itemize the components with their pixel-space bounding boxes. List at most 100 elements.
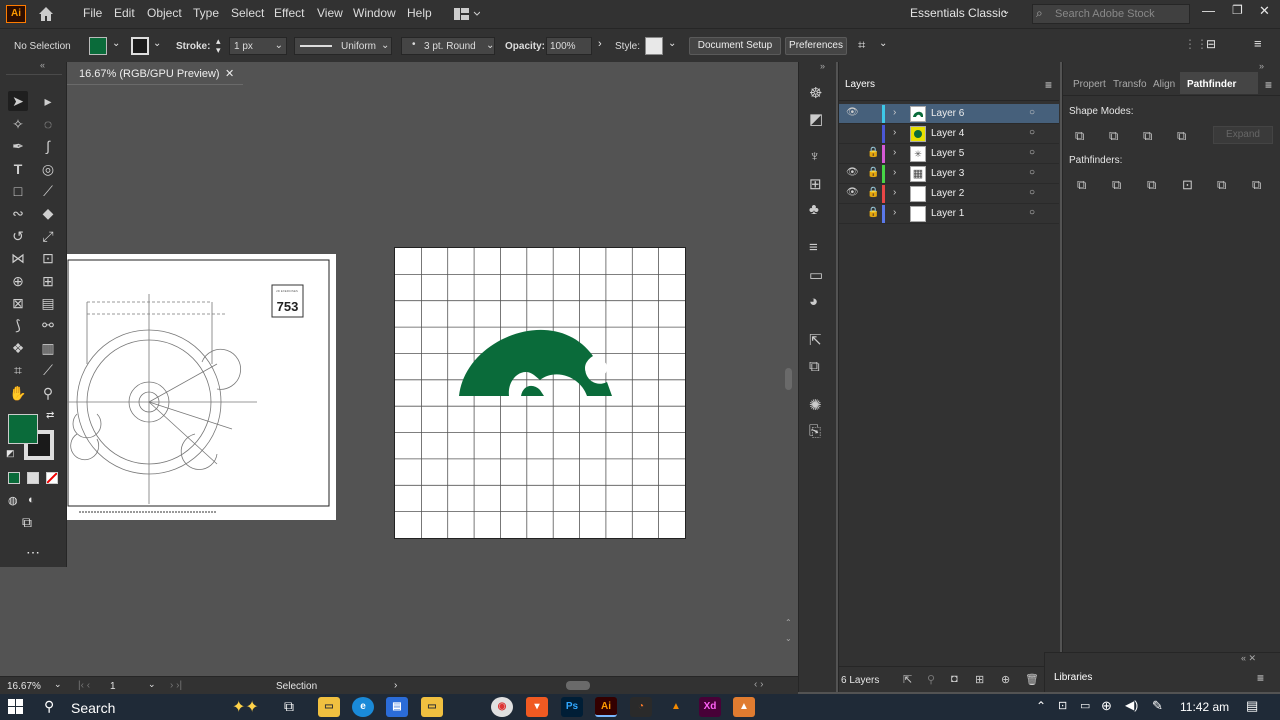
photos-icon[interactable]: ▲ [733,697,755,717]
lock-icon[interactable]: 🔒 [867,167,879,178]
blender-icon[interactable]: ◔ [630,697,652,717]
illustrator-taskbar-icon[interactable]: Ai [595,697,617,717]
color-guide-icon[interactable]: ◩ [809,110,823,128]
usb-icon[interactable]: ⊡ [1058,699,1067,712]
collapse-icon[interactable]: « ✕ [1241,653,1256,664]
zoom-level[interactable]: 16.67% [7,681,41,692]
photoshop-icon[interactable]: Ps [561,697,583,717]
layer-row-1[interactable]: 🔒 › Layer 1 ○ [839,204,1059,224]
slice-tool-icon[interactable]: ⟋ [38,360,58,380]
layer-row-3[interactable]: 👁 🔒 › ▦ Layer 3 ○ [839,164,1059,184]
layer-row-2[interactable]: 👁 🔒 › Layer 2 ○ [839,184,1059,204]
next-artboard-icon[interactable]: › ›| [170,680,182,691]
type-tool-icon[interactable]: T [8,159,28,179]
target-circle-icon[interactable]: ○ [1029,147,1035,158]
eyedropper-tool-icon[interactable]: ⟆ [8,315,28,335]
minus-back-icon[interactable]: ⧉ [1252,177,1261,193]
perspective-grid-tool-icon[interactable]: ⊞ [38,271,58,291]
clipping-mask-icon[interactable]: ◘ [951,673,958,685]
crop-icon[interactable]: ⊡ [1182,177,1193,193]
stroke-label[interactable]: Stroke: [176,41,210,52]
expand-button[interactable]: Expand [1213,126,1273,144]
target-circle-icon[interactable]: ○ [1029,167,1035,178]
outline-icon[interactable]: ⧉ [1217,177,1226,193]
unite-icon[interactable]: ⧉ [1075,128,1084,144]
rectangle-tool-icon[interactable]: □ [8,181,28,201]
change-screen-mode-icon[interactable]: ⧉ [22,514,32,531]
libraries-tab[interactable]: Libraries [1054,672,1092,683]
gradient-mode-icon[interactable] [27,472,39,484]
first-artboard-icon[interactable]: |‹ ‹ [78,680,90,691]
menu-help[interactable]: Help [407,6,432,20]
pen-icon[interactable]: ✎ [1152,698,1163,714]
layer-row-6[interactable]: 👁 › Layer 6 ○ [839,104,1059,124]
default-colors-icon[interactable]: ◩ [6,448,15,459]
color-panel-icon[interactable]: ☸ [809,84,822,102]
chevron-down-icon[interactable]: ⌄ [148,679,156,690]
target-circle-icon[interactable]: ○ [1029,187,1035,198]
lock-icon[interactable]: 🔒 [867,187,879,198]
intersect-icon[interactable]: ⧉ [1143,128,1152,144]
artboard-number[interactable]: 1 [110,681,116,692]
collect-export-icon[interactable]: ⇱ [903,673,912,686]
home-icon[interactable] [36,4,56,24]
menu-edit[interactable]: Edit [114,6,135,20]
menu-effect[interactable]: Effect [274,6,304,20]
transform-options-icon[interactable]: ⌗ [858,37,865,53]
clock[interactable]: 11:42 am [1180,700,1229,714]
chevron-up-icon[interactable]: ⌃ [1036,699,1046,713]
layer-row-5[interactable]: 🔒 › ✳ Layer 5 ○ [839,144,1059,164]
color-mode-icon[interactable] [8,472,20,484]
layer-row-4[interactable]: › Layer 4 ○ [839,124,1059,144]
search-icon[interactable]: ⚲ [44,698,54,715]
variable-width-profile[interactable]: Uniform ⌄ [294,37,392,55]
xd-icon[interactable]: Xd [699,697,721,717]
horizontal-scrollbar[interactable] [566,681,590,690]
pen-tool-icon[interactable]: ✒ [8,136,28,156]
trash-icon[interactable]: 🗑 [1025,673,1039,686]
restore-button[interactable]: ❐ [1232,3,1243,17]
free-transform-tool-icon[interactable]: ⊡ [38,248,58,268]
close-button[interactable]: ✕ [1259,3,1270,19]
minus-front-icon[interactable]: ⧉ [1109,128,1118,144]
symbols-icon[interactable]: ♣ [809,201,819,218]
close-tab-icon[interactable]: ✕ [225,67,234,80]
edge-icon[interactable]: e [352,697,374,717]
tab-properties[interactable]: Propert [1073,79,1106,90]
panel-options-icon[interactable]: ⊟ [1206,37,1216,51]
volume-icon[interactable]: ◀) [1125,698,1138,712]
layer-name[interactable]: Layer 6 [931,108,964,119]
trim-icon[interactable]: ⧉ [1112,177,1121,193]
screen-mode-icon[interactable]: ◐ [28,494,35,506]
target-circle-icon[interactable]: ○ [1029,127,1035,138]
swatches-icon[interactable]: ⊞ [809,175,822,193]
lock-icon[interactable]: 🔒 [867,207,879,218]
file-explorer-icon[interactable]: ▭ [318,697,340,717]
align-icon[interactable]: ⋮⋮ [1184,37,1208,51]
chevron-right-icon[interactable]: › [893,167,896,178]
lock-icon[interactable]: 🔒 [867,147,879,158]
chevron-right-icon[interactable]: › [893,107,896,118]
eye-icon[interactable]: 👁 [846,167,859,178]
chevron-right-icon[interactable]: › [893,127,896,138]
tab-align[interactable]: Align [1153,79,1175,90]
opacity-input[interactable]: 100% [546,37,592,55]
menu-select[interactable]: Select [231,6,264,20]
tab-transform[interactable]: Transfo [1113,79,1147,90]
new-sublayer-icon[interactable]: ⊞ [975,673,984,686]
preferences-button[interactable]: Preferences [785,37,847,55]
target-circle-icon[interactable]: ○ [1029,107,1035,118]
tab-pathfinder[interactable]: Pathfinder [1187,79,1236,90]
column-graph-tool-icon[interactable]: ▥ [38,338,58,358]
vlc-icon[interactable]: ▲ [665,697,687,717]
paintbrush-tool-icon[interactable]: ⟋ [38,181,58,201]
target-circle-icon[interactable]: ○ [1029,207,1035,218]
chevron-right-icon[interactable]: › [394,680,397,691]
mesh-tool-icon[interactable]: ⊠ [8,293,28,313]
brush-definition[interactable]: • 3 pt. Round ⌄ [401,37,495,55]
stroke-swatch[interactable] [131,37,149,55]
chevron-right-icon[interactable]: › [893,147,896,158]
layer-name[interactable]: Layer 5 [931,148,964,159]
menu-object[interactable]: Object [147,6,182,20]
layers-tab[interactable]: Layers [845,79,875,90]
